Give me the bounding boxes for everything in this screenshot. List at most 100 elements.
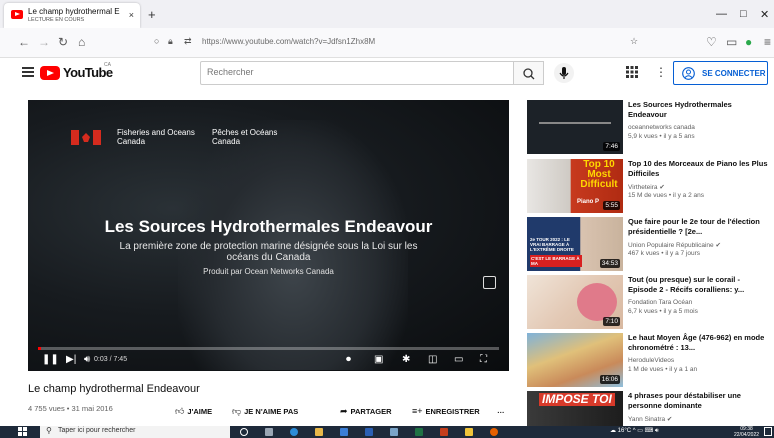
new-tab-button[interactable]: + [148,7,156,22]
apps-grid-icon[interactable] [626,66,638,78]
org-name-en: Fisheries and Oceans Canada [117,128,195,146]
org-name-fr: Pêches et Océans Canada [212,128,278,146]
app-icon[interactable] [465,428,473,436]
sign-in-button[interactable]: SE CONNECTER [673,61,768,85]
reader-icon[interactable]: ▭ [726,35,737,49]
menu-icon[interactable]: ≡ [764,35,771,49]
youtube-logo-icon[interactable] [40,66,60,80]
video-overlay-subtitle: La première zone de protection marine dé… [119,241,418,263]
youtube-header: YouTube CA Rechercher ⋮ SE CONNECTER [0,58,774,88]
settings-gear-icon[interactable]: ✱ [402,354,410,365]
like-label: J'AIME [187,407,213,416]
edge-icon[interactable] [290,428,298,436]
search-icon [523,68,535,80]
subtitles-icon[interactable]: ▣ [374,354,383,365]
duration-badge: 16:06 [599,375,620,384]
reload-icon[interactable]: ↻ [58,35,68,49]
pause-icon[interactable]: ❚❚ [42,354,59,365]
lock-icon: 🔒︎ [168,36,173,46]
recommendation-thumbnail[interactable]: 2e TOUR 2022 : LE VRAI BARRAGE À L'EXTRÊ… [527,217,623,271]
autoplay-toggle[interactable]: ⏺ [346,354,351,365]
search-input[interactable]: Rechercher [200,61,514,85]
powerpoint-icon[interactable] [440,428,448,436]
forward-icon[interactable]: → [38,35,50,49]
url-text: https://www.youtube.com/watch?v=Jdfsn1Zh… [202,37,376,46]
recommendation-item[interactable]: IMPOSE TOI 4 phrases pour déstabiliser u… [527,391,772,426]
recommendation-meta: 5,9 k vues • il y a 5 ans [628,133,695,140]
recommendation-thumbnail[interactable]: IMPOSE TOI [527,391,623,426]
recommendation-meta: 467 k vues • il y a 7 jours [628,250,701,257]
recommendation-channel: oceannetworks canada [628,124,695,131]
canada-flag-icon [71,130,101,145]
hamburger-menu-icon[interactable] [22,67,34,77]
notifications-icon[interactable] [764,427,772,436]
task-view-icon[interactable] [265,428,273,436]
recommendation-item[interactable]: 7:10 Tout (ou presque) sur le corail - E… [527,275,772,333]
app-icon[interactable] [390,428,398,436]
recommendation-channel: Union Populaire Républicaine ✔ [628,242,721,249]
time-display: 0:03 / 7:45 [94,356,128,363]
fullscreen-icon[interactable]: ⛶ [480,354,487,365]
recommendation-item[interactable]: 2e TOUR 2022 : LE VRAI BARRAGE À L'EXTRÊ… [527,217,772,275]
duration-badge: 5:55 [603,201,620,210]
extension-icon[interactable]: ● [745,35,752,49]
recommendation-title: Tout (ou presque) sur le corail - Episod… [628,275,745,294]
volume-icon[interactable]: 🔊︎ [84,354,90,365]
recommendation-channel: Yann Sinatra ✔ [628,416,673,423]
share-label: PARTAGER [350,407,392,416]
close-tab-icon[interactable]: × [129,10,134,20]
recommendation-item[interactable]: 7:46 Les Sources Hydrothermales Endeavou… [527,100,772,158]
share-button[interactable]: ➦ PARTAGER [340,406,392,417]
player-controls: ❚❚ ▶| 🔊︎ 0:03 / 7:45 ⏺ ▣ ✱ ◫ ▭ ⛶ [28,351,509,371]
video-overlay-credit: Produit par Ocean Networks Canada [203,267,334,276]
miniplayer-icon[interactable]: ◫ [428,354,437,365]
system-tray[interactable]: ☁︎ 16°C ^ ▭ ⌨ 🔊︎ [610,427,659,435]
mail-icon[interactable] [340,428,348,436]
like-button[interactable]: 👍︎ J'AIME [175,406,212,417]
dislike-button[interactable]: 👎︎ JE N'AIME PAS [232,406,298,417]
recommendation-title: Top 10 des Morceaux de Piano les Plus Di… [628,159,768,178]
taskbar-clock[interactable]: 09:38 22/04/2022 [734,426,759,438]
more-options-icon[interactable]: ⋮ [655,65,667,79]
excel-icon[interactable] [415,428,423,436]
file-explorer-icon[interactable] [315,428,323,436]
thumbnail-caption: IMPOSE TOI [539,393,615,406]
recommendation-item[interactable]: Top 10 Most Difficult Piano P 5:55 Top 1… [527,159,772,217]
permissions-icon: ⇄ [184,36,192,46]
firefox-icon[interactable] [490,428,498,436]
save-button[interactable]: ≡+ ENREGISTRER [412,406,480,416]
recommendation-title: Le haut Moyen Âge (476-962) en mode chro… [628,333,765,352]
back-icon[interactable]: ← [18,35,30,49]
thumbnail-subcaption: Piano P [577,199,600,205]
info-card-icon[interactable] [483,276,496,289]
cortana-icon[interactable] [240,428,248,436]
recommendation-item[interactable]: 16:06 Le haut Moyen Âge (476-962) en mod… [527,333,772,391]
taskbar-search-placeholder: Taper ici pour rechercher [58,427,136,434]
thumbnail-subcaption: C'EST LE BARRAGE À MA [530,255,582,267]
pocket-icon[interactable]: ♡ [706,35,717,49]
recommendation-title: Que faire pour le 2e tour de l'élection … [628,217,760,236]
recommendation-thumbnail[interactable]: 7:46 [527,100,623,154]
thumbnail-caption: Top 10 Most Difficult [580,159,618,190]
recommendation-thumbnail[interactable]: 7:10 [527,275,623,329]
word-icon[interactable] [365,428,373,436]
theater-mode-icon[interactable]: ▭ [454,354,463,365]
recommendation-thumbnail[interactable]: Top 10 Most Difficult Piano P 5:55 [527,159,623,213]
close-window-button[interactable]: ✕ [760,8,769,21]
windows-start-icon[interactable] [18,427,28,437]
minimize-button[interactable]: — [716,8,727,20]
voice-search-button[interactable] [554,63,574,83]
bookmark-star-icon[interactable]: ☆ [630,36,638,47]
browser-tab[interactable]: Le champ hydrothermal Endea LECTURE EN C… [4,3,140,28]
home-icon[interactable]: ⌂ [78,35,85,49]
url-bar[interactable]: ○ 🔒︎ ⇄ https://www.youtube.com/watch?v=J… [150,33,650,53]
maximize-button[interactable]: □ [740,8,747,20]
more-actions-button[interactable]: … [497,406,505,415]
video-player[interactable]: Fisheries and Oceans Canada Pêches et Oc… [28,100,509,371]
video-overlay-title: Les Sources Hydrothermales Endeavour [104,217,433,236]
taskbar-search-input[interactable]: ⚲ Taper ici pour rechercher [40,426,230,438]
progress-bar[interactable] [38,347,499,350]
recommendation-thumbnail[interactable]: 16:06 [527,333,623,387]
next-icon[interactable]: ▶| [66,354,76,365]
search-button[interactable] [514,61,544,85]
